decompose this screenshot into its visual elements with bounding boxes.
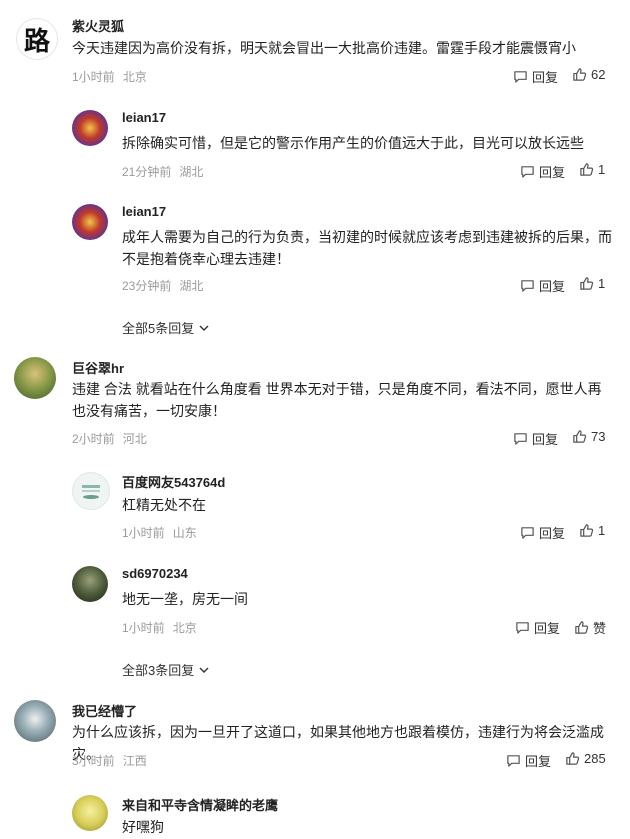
reply-username[interactable]: leian17: [122, 204, 166, 219]
comment-meta: 3小时前 江西: [72, 752, 147, 769]
expand-replies-label: 全部5条回复: [122, 321, 195, 336]
comment-location: 江西: [122, 754, 147, 768]
expand-replies-link[interactable]: 全部5条回复: [122, 318, 210, 337]
comment-time: 1小时前: [72, 70, 115, 84]
reply-meta: 21分钟前 湖北: [122, 163, 203, 180]
like-count: 285: [584, 751, 606, 766]
reply-label: 回复: [525, 754, 552, 769]
reply-icon: [521, 166, 534, 178]
reply-time: 1小时前: [122, 526, 165, 540]
avatar[interactable]: [14, 357, 56, 399]
comment-time: 3小时前: [72, 754, 115, 768]
thumbs-up-icon: [580, 163, 594, 176]
thumbs-up-icon: [573, 430, 587, 443]
comment-location: 河北: [122, 432, 147, 446]
reply-text: 拆除确实可惜，但是它的警示作用产生的价值远大于此，目光可以放长远些: [122, 135, 584, 151]
reply-icon: [521, 527, 534, 539]
comment-meta: 2小时前 河北: [72, 430, 147, 447]
reply-button[interactable]: 回复: [513, 429, 558, 448]
like-count: 62: [591, 67, 606, 82]
avatar[interactable]: [72, 472, 110, 510]
comment-text: 今天违建因为高价没有拆，明天就会冒出一大批高价违建。雷霆手段才能震慑宵小: [72, 40, 576, 56]
reply-button[interactable]: 回复: [520, 276, 565, 295]
reply-icon: [514, 433, 527, 445]
comment-location: 北京: [122, 70, 147, 84]
comment-time: 2小时前: [72, 432, 115, 446]
avatar[interactable]: [72, 566, 108, 602]
like-count: 赞: [593, 621, 607, 636]
like-button[interactable]: 赞: [574, 618, 606, 637]
chevron-down-icon: [199, 667, 209, 673]
reply-location: 北京: [172, 621, 197, 635]
expand-replies-label: 全部3条回复: [122, 663, 195, 678]
like-button[interactable]: 73: [572, 429, 605, 444]
thumbs-up-icon: [573, 68, 587, 81]
avatar-char: 路: [23, 26, 50, 57]
like-count: 1: [598, 162, 606, 177]
like-button[interactable]: 1: [579, 162, 605, 177]
like-count: 1: [598, 276, 606, 291]
like-button[interactable]: 62: [572, 67, 605, 82]
reply-username[interactable]: 百度网友543764d: [122, 472, 225, 491]
avatar[interactable]: [72, 795, 108, 831]
thumbs-up-icon: [575, 621, 589, 634]
reply-label: 回复: [539, 526, 566, 541]
reply-location: 山东: [172, 526, 197, 540]
like-count: 1: [598, 523, 606, 538]
avatar[interactable]: [72, 110, 108, 146]
reply-location: 湖北: [179, 279, 204, 293]
reply-meta: 23分钟前 湖北: [122, 277, 203, 294]
reply-meta: 1小时前 山东: [122, 524, 197, 541]
comment-meta: 1小时前 北京: [72, 68, 147, 85]
reply-button[interactable]: 回复: [520, 523, 565, 542]
reply-label: 回复: [534, 621, 561, 636]
thumbs-up-icon: [566, 752, 580, 765]
reply-label: 回复: [532, 70, 559, 85]
like-button[interactable]: 285: [565, 751, 606, 766]
reply-text: 地无一垄，房无一间: [122, 591, 248, 607]
reply-icon: [507, 755, 520, 767]
like-count: 73: [591, 429, 606, 444]
avatar[interactable]: 路: [16, 18, 58, 60]
reply-icon: [514, 71, 527, 83]
reply-label: 回复: [532, 432, 559, 447]
reply-icon: [521, 280, 534, 292]
reply-time: 1小时前: [122, 621, 165, 635]
like-button[interactable]: 1: [579, 276, 605, 291]
reply-button[interactable]: 回复: [515, 618, 560, 637]
reply-label: 回复: [539, 165, 566, 180]
comment-username[interactable]: 我已经懵了: [72, 701, 137, 720]
chevron-down-icon: [199, 325, 209, 331]
avatar[interactable]: [72, 204, 108, 240]
reply-username[interactable]: 来自和平寺含情凝眸的老鹰: [122, 795, 278, 814]
reply-username[interactable]: sd6970234: [122, 566, 188, 581]
reply-time: 21分钟前: [122, 165, 172, 179]
reply-button[interactable]: 回复: [513, 67, 558, 86]
avatar[interactable]: [14, 700, 56, 742]
reply-username[interactable]: leian17: [122, 110, 166, 125]
reply-time: 23分钟前: [122, 279, 172, 293]
reply-icon: [516, 622, 529, 634]
reply-meta: 1小时前 北京: [122, 619, 197, 636]
reply-text: 成年人需要为自己的行为负责，当初建的时候就应该考虑到违建被拆的后果，而不是抱着侥…: [122, 229, 612, 267]
comment-username[interactable]: 巨谷翠hr: [72, 358, 124, 377]
expand-replies-link[interactable]: 全部3条回复: [122, 660, 210, 679]
reply-text: 好嘿狗: [122, 819, 164, 835]
reply-button[interactable]: 回复: [520, 162, 565, 181]
reply-location: 湖北: [179, 165, 204, 179]
reply-button[interactable]: 回复: [506, 751, 551, 770]
thumbs-up-icon: [580, 524, 594, 537]
comment-username[interactable]: 紫火灵狐: [72, 16, 124, 35]
reply-label: 回复: [539, 279, 566, 294]
thumbs-up-icon: [580, 277, 594, 290]
comment-text: 违建 合法 就看站在什么角度看 世界本无对于错，只是角度不同，看法不同，愿世人再…: [72, 381, 602, 419]
baidu-default-avatar-icon: [82, 485, 100, 499]
reply-text: 杠精无处不在: [122, 497, 206, 513]
like-button[interactable]: 1: [579, 523, 605, 538]
